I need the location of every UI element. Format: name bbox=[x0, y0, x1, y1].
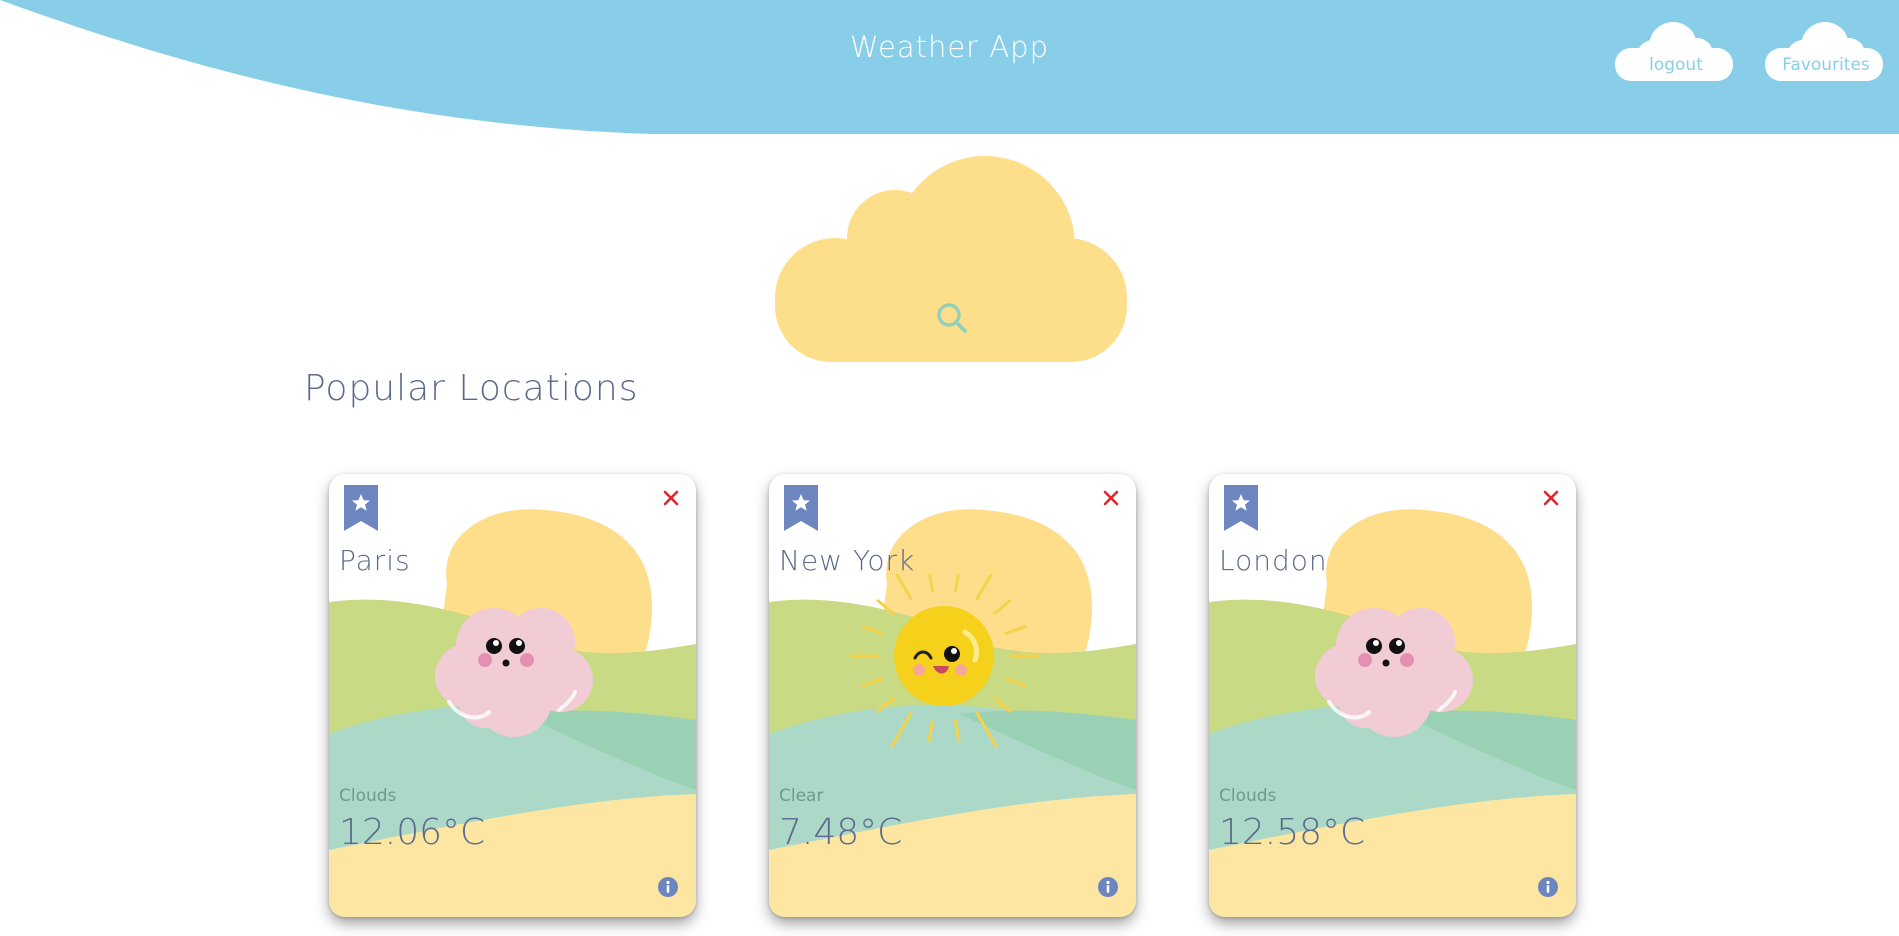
sun-face-icon bbox=[849, 574, 1039, 748]
temperature: 12.06°C bbox=[339, 812, 486, 853]
cloud-face-icon bbox=[1315, 608, 1473, 737]
temperature: 12.58°C bbox=[1219, 812, 1366, 853]
favourites-label: Favourites bbox=[1782, 55, 1870, 75]
search-icon[interactable] bbox=[935, 301, 969, 335]
logout-label: logout bbox=[1649, 55, 1703, 75]
bookmark-star-icon[interactable] bbox=[784, 485, 818, 531]
weather-condition: Clear bbox=[779, 786, 824, 806]
cloud-face-icon bbox=[435, 608, 593, 737]
cloud-shape bbox=[1765, 22, 1883, 81]
city-name: London bbox=[1219, 544, 1328, 577]
info-icon[interactable] bbox=[1098, 877, 1118, 897]
section-title: Popular Locations bbox=[304, 368, 639, 409]
info-icon[interactable] bbox=[658, 877, 678, 897]
city-name: New York bbox=[779, 544, 916, 577]
close-icon[interactable] bbox=[1542, 489, 1560, 507]
favourites-button[interactable]: Favourites bbox=[1763, 16, 1889, 86]
location-card[interactable]: Paris Clouds 12.06°C bbox=[329, 474, 696, 917]
location-card[interactable]: New York Clear 7.48°C bbox=[769, 474, 1136, 917]
weather-condition: Clouds bbox=[339, 786, 397, 806]
weather-condition: Clouds bbox=[1219, 786, 1277, 806]
bookmark-star-icon[interactable] bbox=[344, 485, 378, 531]
location-card[interactable]: London Clouds 12.58°C bbox=[1209, 474, 1576, 917]
city-name: Paris bbox=[339, 544, 411, 577]
temperature: 7.48°C bbox=[779, 812, 903, 853]
cloud-shape bbox=[1615, 22, 1733, 81]
logout-button[interactable]: logout bbox=[1613, 16, 1739, 86]
close-icon[interactable] bbox=[662, 489, 680, 507]
info-icon[interactable] bbox=[1538, 877, 1558, 897]
close-icon[interactable] bbox=[1102, 489, 1120, 507]
bookmark-star-icon[interactable] bbox=[1224, 485, 1258, 531]
